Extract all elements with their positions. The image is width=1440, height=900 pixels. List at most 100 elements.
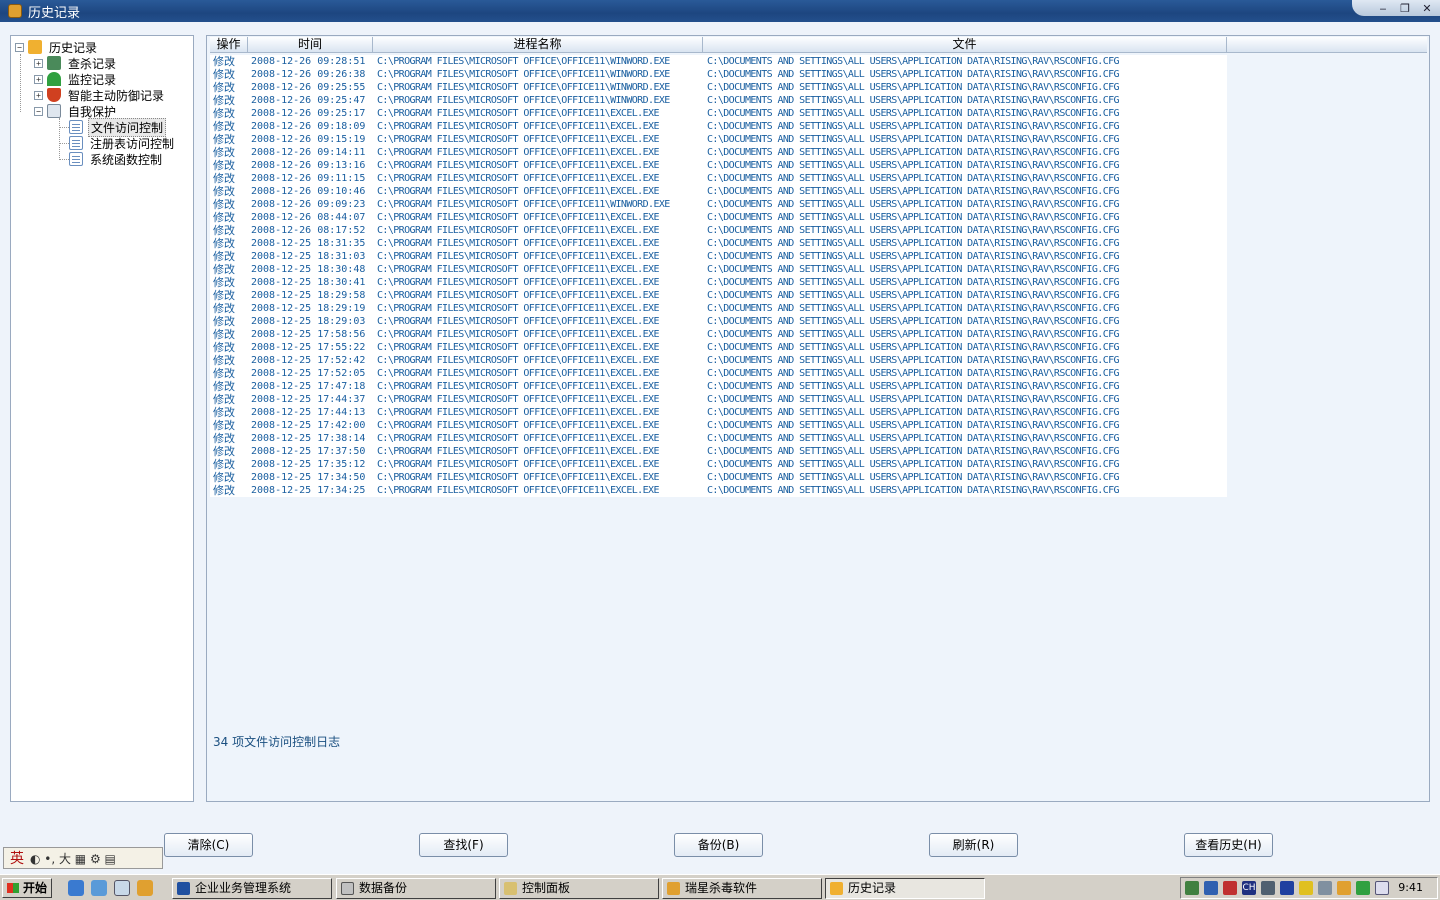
cell-process: C:\PROGRAM FILES\MICROSOFT OFFICE\OFFICE… <box>377 186 659 197</box>
expand-icon[interactable]: + <box>34 90 43 100</box>
table-row[interactable]: 修改 2008-12-25 18:30:48 C:\PROGRAM FILES\MI… <box>210 263 1227 276</box>
table-row[interactable]: 修改 2008-12-25 17:55:22 C:\PROGRAM FILES\MI… <box>210 341 1227 354</box>
monitor-icon[interactable] <box>1204 881 1218 895</box>
tree-item-registry-access-control[interactable]: 注册表访问控制 <box>69 135 176 151</box>
table-row[interactable]: 修改 2008-12-25 18:30:41 C:\PROGRAM FILES\MI… <box>210 276 1227 289</box>
ime-toolbar[interactable]: 英 ◐ •, 大 ▦ ⚙ ▤ <box>3 847 163 869</box>
cell-time: 2008-12-26 09:09:23 <box>251 199 366 210</box>
minimize-button[interactable]: ‒ <box>1374 2 1392 15</box>
rising-quicklaunch-icon[interactable] <box>137 880 153 896</box>
task-data-backup[interactable]: 数据备份 <box>336 878 496 899</box>
table-row[interactable]: 修改 2008-12-25 17:44:37 C:\PROGRAM FILES\MI… <box>210 393 1227 406</box>
window-tray-icon[interactable] <box>1375 881 1389 895</box>
table-row[interactable]: 修改 2008-12-26 09:10:46 C:\PROGRAM FILES\MI… <box>210 185 1227 198</box>
tree-root[interactable]: − 历史记录 <box>15 39 99 55</box>
table-row[interactable]: 修改 2008-12-26 08:17:52 C:\PROGRAM FILES\MI… <box>210 224 1227 237</box>
tree-item-active-defense[interactable]: + 智能主动防御记录 <box>34 87 166 103</box>
table-row[interactable]: 修改 2008-12-25 17:34:50 C:\PROGRAM FILES\MI… <box>210 471 1227 484</box>
umbrella-tray-icon[interactable] <box>1299 881 1313 895</box>
update-icon[interactable] <box>1356 881 1370 895</box>
table-row[interactable]: 修改 2008-12-26 09:13:16 C:\PROGRAM FILES\MI… <box>210 159 1227 172</box>
display-icon[interactable] <box>1280 881 1294 895</box>
table-row[interactable]: 修改 2008-12-25 18:31:03 C:\PROGRAM FILES\MI… <box>210 250 1227 263</box>
cell-time: 2008-12-26 09:26:38 <box>251 69 366 80</box>
find-button[interactable]: 查找(F) <box>419 833 508 857</box>
clear-button[interactable]: 清除(C) <box>164 833 253 857</box>
expand-icon[interactable]: + <box>34 58 43 68</box>
table-row[interactable]: 修改 2008-12-26 09:14:11 C:\PROGRAM FILES\MI… <box>210 146 1227 159</box>
table-row[interactable]: 修改 2008-12-25 18:29:58 C:\PROGRAM FILES\MI… <box>210 289 1227 302</box>
task-business-system[interactable]: 企业业务管理系统 <box>172 878 332 899</box>
task-rising-antivirus[interactable]: 瑞星杀毒软件 <box>662 878 822 899</box>
cell-file: C:\DOCUMENTS AND SETTINGS\ALL USERS\APPL… <box>707 290 1120 301</box>
network-icon[interactable] <box>1185 881 1199 895</box>
ie-icon[interactable] <box>68 880 84 896</box>
outlook-icon[interactable] <box>91 880 107 896</box>
ime-options[interactable]: ◐ •, 大 ▦ ⚙ ▤ <box>30 850 116 867</box>
cell-operation: 修改 <box>213 250 235 263</box>
table-row[interactable]: 修改 2008-12-25 18:29:03 C:\PROGRAM FILES\MI… <box>210 315 1227 328</box>
volume-icon[interactable] <box>1318 881 1332 895</box>
table-row[interactable]: 修改 2008-12-25 17:47:18 C:\PROGRAM FILES\MI… <box>210 380 1227 393</box>
rising-tray-icon[interactable] <box>1337 881 1351 895</box>
antivirus-tray-icon[interactable] <box>1223 881 1237 895</box>
task-control-panel[interactable]: 控制面板 <box>499 878 659 899</box>
table-row[interactable]: 修改 2008-12-26 09:28:51 C:\PROGRAM FILES\MI… <box>210 55 1227 68</box>
expand-icon[interactable]: + <box>34 74 43 84</box>
cell-file: C:\DOCUMENTS AND SETTINGS\ALL USERS\APPL… <box>707 329 1120 340</box>
table-row[interactable]: 修改 2008-12-25 17:34:25 C:\PROGRAM FILES\MI… <box>210 484 1227 497</box>
backup-button[interactable]: 备份(B) <box>674 833 763 857</box>
table-row[interactable]: 修改 2008-12-25 18:31:35 C:\PROGRAM FILES\MI… <box>210 237 1227 250</box>
column-header-time[interactable]: 时间 <box>248 37 373 52</box>
column-header-process[interactable]: 进程名称 <box>373 37 703 52</box>
cell-time: 2008-12-25 17:35:12 <box>251 459 366 470</box>
table-row[interactable]: 修改 2008-12-25 17:44:13 C:\PROGRAM FILES\MI… <box>210 406 1227 419</box>
show-desktop-icon[interactable] <box>114 880 130 896</box>
table-row[interactable]: 修改 2008-12-26 09:25:55 C:\PROGRAM FILES\MI… <box>210 81 1227 94</box>
column-header-operation[interactable]: 操作 <box>210 37 248 52</box>
cell-file: C:\DOCUMENTS AND SETTINGS\ALL USERS\APPL… <box>707 199 1120 210</box>
cell-file: C:\DOCUMENTS AND SETTINGS\ALL USERS\APPL… <box>707 394 1120 405</box>
table-row[interactable]: 修改 2008-12-26 08:44:07 C:\PROGRAM FILES\MI… <box>210 211 1227 224</box>
tree-item-scan-records[interactable]: + 查杀记录 <box>34 55 118 71</box>
table-row[interactable]: 修改 2008-12-25 17:35:12 C:\PROGRAM FILES\MI… <box>210 458 1227 471</box>
column-header-file[interactable]: 文件 <box>703 37 1227 52</box>
table-row[interactable]: 修改 2008-12-26 09:11:15 C:\PROGRAM FILES\MI… <box>210 172 1227 185</box>
table-row[interactable]: 修改 2008-12-26 09:26:38 C:\PROGRAM FILES\MI… <box>210 68 1227 81</box>
restore-button[interactable]: ❐ <box>1396 2 1414 15</box>
view-history-button[interactable]: 查看历史(H) <box>1184 833 1273 857</box>
table-row[interactable]: 修改 2008-12-26 09:25:17 C:\PROGRAM FILES\MI… <box>210 107 1227 120</box>
table-row[interactable]: 修改 2008-12-25 17:38:14 C:\PROGRAM FILES\MI… <box>210 432 1227 445</box>
table-row[interactable]: 修改 2008-12-25 17:52:42 C:\PROGRAM FILES\MI… <box>210 354 1227 367</box>
language-indicator[interactable]: CH <box>1242 881 1256 895</box>
cell-process: C:\PROGRAM FILES\MICROSOFT OFFICE\OFFICE… <box>377 355 659 366</box>
table-row[interactable]: 修改 2008-12-25 18:29:19 C:\PROGRAM FILES\MI… <box>210 302 1227 315</box>
task-label: 控制面板 <box>522 881 571 895</box>
tree-item-monitor-records[interactable]: + 监控记录 <box>34 71 118 87</box>
cell-operation: 修改 <box>213 341 235 354</box>
tree-item-file-access-control[interactable]: 文件访问控制 <box>69 117 167 137</box>
close-button[interactable]: ✕ <box>1418 2 1436 15</box>
cell-operation: 修改 <box>213 68 235 81</box>
cell-process: C:\PROGRAM FILES\MICROSOFT OFFICE\OFFICE… <box>377 160 659 171</box>
cell-file: C:\DOCUMENTS AND SETTINGS\ALL USERS\APPL… <box>707 264 1120 275</box>
table-row[interactable]: 修改 2008-12-26 09:25:47 C:\PROGRAM FILES\MI… <box>210 94 1227 107</box>
table-row[interactable]: 修改 2008-12-26 09:09:23 C:\PROGRAM FILES\MI… <box>210 198 1227 211</box>
table-row[interactable]: 修改 2008-12-26 09:18:09 C:\PROGRAM FILES\MI… <box>210 120 1227 133</box>
task-history[interactable]: 历史记录 <box>825 878 985 899</box>
document-icon <box>69 120 83 134</box>
ime-mode[interactable]: 英 <box>10 848 24 868</box>
collapse-icon[interactable]: − <box>15 42 24 52</box>
refresh-button[interactable]: 刷新(R) <box>929 833 1018 857</box>
collapse-icon[interactable]: − <box>34 106 43 116</box>
keyboard-icon[interactable] <box>1261 881 1275 895</box>
table-row[interactable]: 修改 2008-12-25 17:37:50 C:\PROGRAM FILES\MI… <box>210 445 1227 458</box>
start-button[interactable]: 开始 <box>2 878 52 898</box>
history-folder-icon <box>28 40 42 54</box>
table-row[interactable]: 修改 2008-12-26 09:15:19 C:\PROGRAM FILES\MI… <box>210 133 1227 146</box>
table-row[interactable]: 修改 2008-12-25 17:52:05 C:\PROGRAM FILES\MI… <box>210 367 1227 380</box>
cell-time: 2008-12-26 09:10:46 <box>251 186 366 197</box>
tree-item-system-function-control[interactable]: 系统函数控制 <box>69 151 164 167</box>
table-row[interactable]: 修改 2008-12-25 17:42:00 C:\PROGRAM FILES\MI… <box>210 419 1227 432</box>
table-row[interactable]: 修改 2008-12-25 17:58:56 C:\PROGRAM FILES\MI… <box>210 328 1227 341</box>
